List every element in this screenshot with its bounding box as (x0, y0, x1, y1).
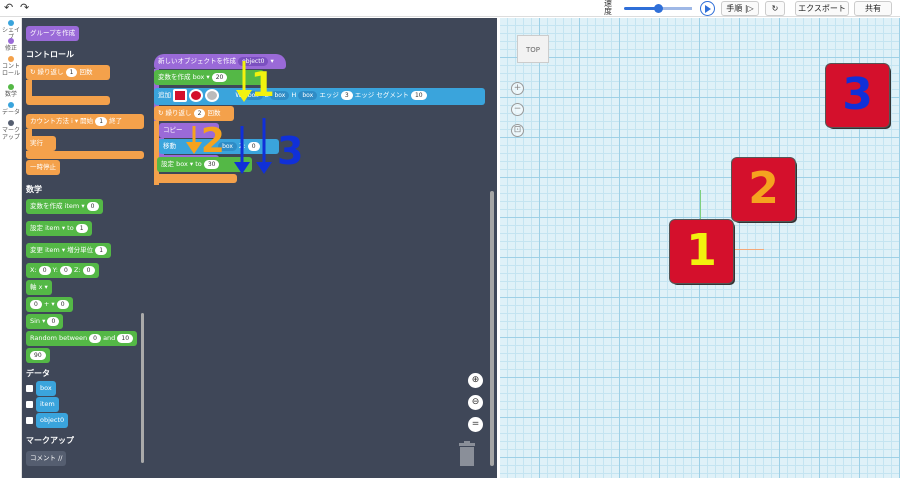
markup-heading: マークアップ (26, 436, 74, 445)
data-var-box[interactable]: box (36, 381, 56, 396)
data-checkbox-box[interactable] (26, 385, 33, 392)
block-flyout: グループを作成 コントロール ↻ 繰り返し 1 回数 カウント方法 i ▾ 開始… (22, 18, 147, 478)
change-var-block[interactable]: 変更 item ▾ 増分単位 1 (26, 243, 112, 258)
repeat-block[interactable]: ↻ 繰り返し 1 回数 (26, 65, 110, 80)
operator-block[interactable]: 0 + ▾ 0 (26, 297, 73, 312)
data-var-item[interactable]: item (36, 397, 59, 412)
axis-block[interactable]: 軸 x ▾ (26, 280, 52, 295)
flyout-scrollbar[interactable] (141, 313, 144, 463)
view-zoom-out-icon[interactable]: − (511, 103, 524, 116)
repeat-icon: ↻ (30, 68, 36, 76)
exec-label: 実行 (26, 136, 56, 151)
category-strip: シェイプ 修正 コントロール 数学 データ マークアップ (0, 18, 22, 478)
back-icon[interactable]: ↶ (4, 1, 13, 14)
group-create-block[interactable]: グループを作成 (26, 26, 80, 41)
annotation-label-2: 2 (201, 121, 225, 161)
block-workspace: 新しいオブジェクトを作成 object0 ▾ 変数を作成 box ▾ 20 追加… (147, 18, 497, 478)
comment-block[interactable]: コメント // (26, 451, 67, 466)
category-modify[interactable]: 修正 (0, 38, 22, 52)
speed-slider-thumb[interactable] (654, 4, 663, 13)
create-var-block[interactable]: 変数を作成 item ▾ 0 (26, 199, 103, 214)
number-block[interactable]: 90 (26, 348, 50, 363)
category-markup[interactable]: マークアップ (0, 120, 22, 141)
data-checkbox-item[interactable] (26, 401, 33, 408)
data-var-object0[interactable]: object0 (36, 413, 69, 428)
data-heading: データ (26, 369, 50, 378)
annotation-overlay: 1 2 3 (186, 61, 303, 174)
annotation-arrow-2 (186, 126, 202, 154)
count-block-foot (26, 151, 144, 159)
math-dot-icon (8, 84, 14, 90)
trash-icon[interactable] (458, 441, 476, 467)
step-icon: |▷ (744, 4, 754, 13)
view-zoom-in-icon[interactable]: + (511, 82, 524, 95)
control-dot-icon (8, 56, 14, 62)
category-math[interactable]: 数学 (0, 84, 22, 98)
random-block[interactable]: Random between 0 and 10 (26, 331, 138, 346)
zoom-in-icon[interactable]: ⊕ (468, 373, 483, 388)
x-axis-line (732, 249, 764, 250)
pause-block[interactable]: 一時停止 (26, 160, 60, 175)
modify-dot-icon (8, 38, 14, 44)
play-icon[interactable] (700, 1, 715, 16)
view-fit-icon[interactable]: ⊡ (511, 124, 524, 137)
shapes-dot-icon (8, 20, 14, 26)
sin-block[interactable]: Sin ▾ 0 (26, 314, 64, 329)
reset-icon[interactable]: ↻ (765, 1, 785, 16)
category-control[interactable]: コントロール (0, 56, 22, 77)
workspace-scrollbar[interactable] (490, 191, 494, 466)
data-dot-icon (8, 102, 14, 108)
control-heading: コントロール (26, 50, 74, 59)
forward-icon[interactable]: ↷ (20, 1, 29, 14)
xyz-block[interactable]: X: 0 Y: 0 Z: 0 (26, 263, 99, 278)
category-data[interactable]: データ (0, 102, 22, 116)
step-button[interactable]: 手順 |▷ (721, 1, 759, 16)
repeat-block-foot (26, 96, 110, 105)
speed-slider[interactable] (624, 4, 692, 13)
app-window: ↶ ↷ 速度 手順 |▷ ↻ エクスポート 共有 シェイプ 修正 コントロール … (0, 0, 900, 478)
annotation-label-1: 1 (251, 65, 275, 105)
set-var-block[interactable]: 設定 item ▾ to 1 (26, 221, 92, 236)
speed-label: 速度 (604, 0, 612, 16)
annotation-arrow-3 (234, 118, 272, 174)
markup-dot-icon (8, 120, 14, 126)
math-heading: 数学 (26, 185, 42, 194)
data-checkbox-object0[interactable] (26, 417, 33, 424)
annotation-arrow-1 (236, 61, 252, 102)
export-button[interactable]: エクスポート (795, 1, 849, 16)
y-axis-line (700, 190, 701, 222)
box-object-1[interactable]: 1 (670, 220, 733, 283)
view-cube[interactable]: TOP (517, 35, 549, 63)
box-object-2[interactable]: 2 (732, 158, 795, 221)
share-button[interactable]: 共有 (854, 1, 892, 16)
annotation-label-3: 3 (277, 129, 303, 173)
zoom-reset-icon[interactable]: = (468, 417, 483, 432)
3d-viewport[interactable]: TOP + − ⊡ 1 2 3 (500, 18, 900, 478)
zoom-out-icon[interactable]: ⊖ (468, 395, 483, 410)
top-toolbar: ↶ ↷ 速度 手順 |▷ ↻ エクスポート 共有 (0, 0, 900, 17)
count-block[interactable]: カウント方法 i ▾ 開始 1 終了 (26, 114, 144, 129)
box-object-3[interactable]: 3 (826, 64, 889, 127)
